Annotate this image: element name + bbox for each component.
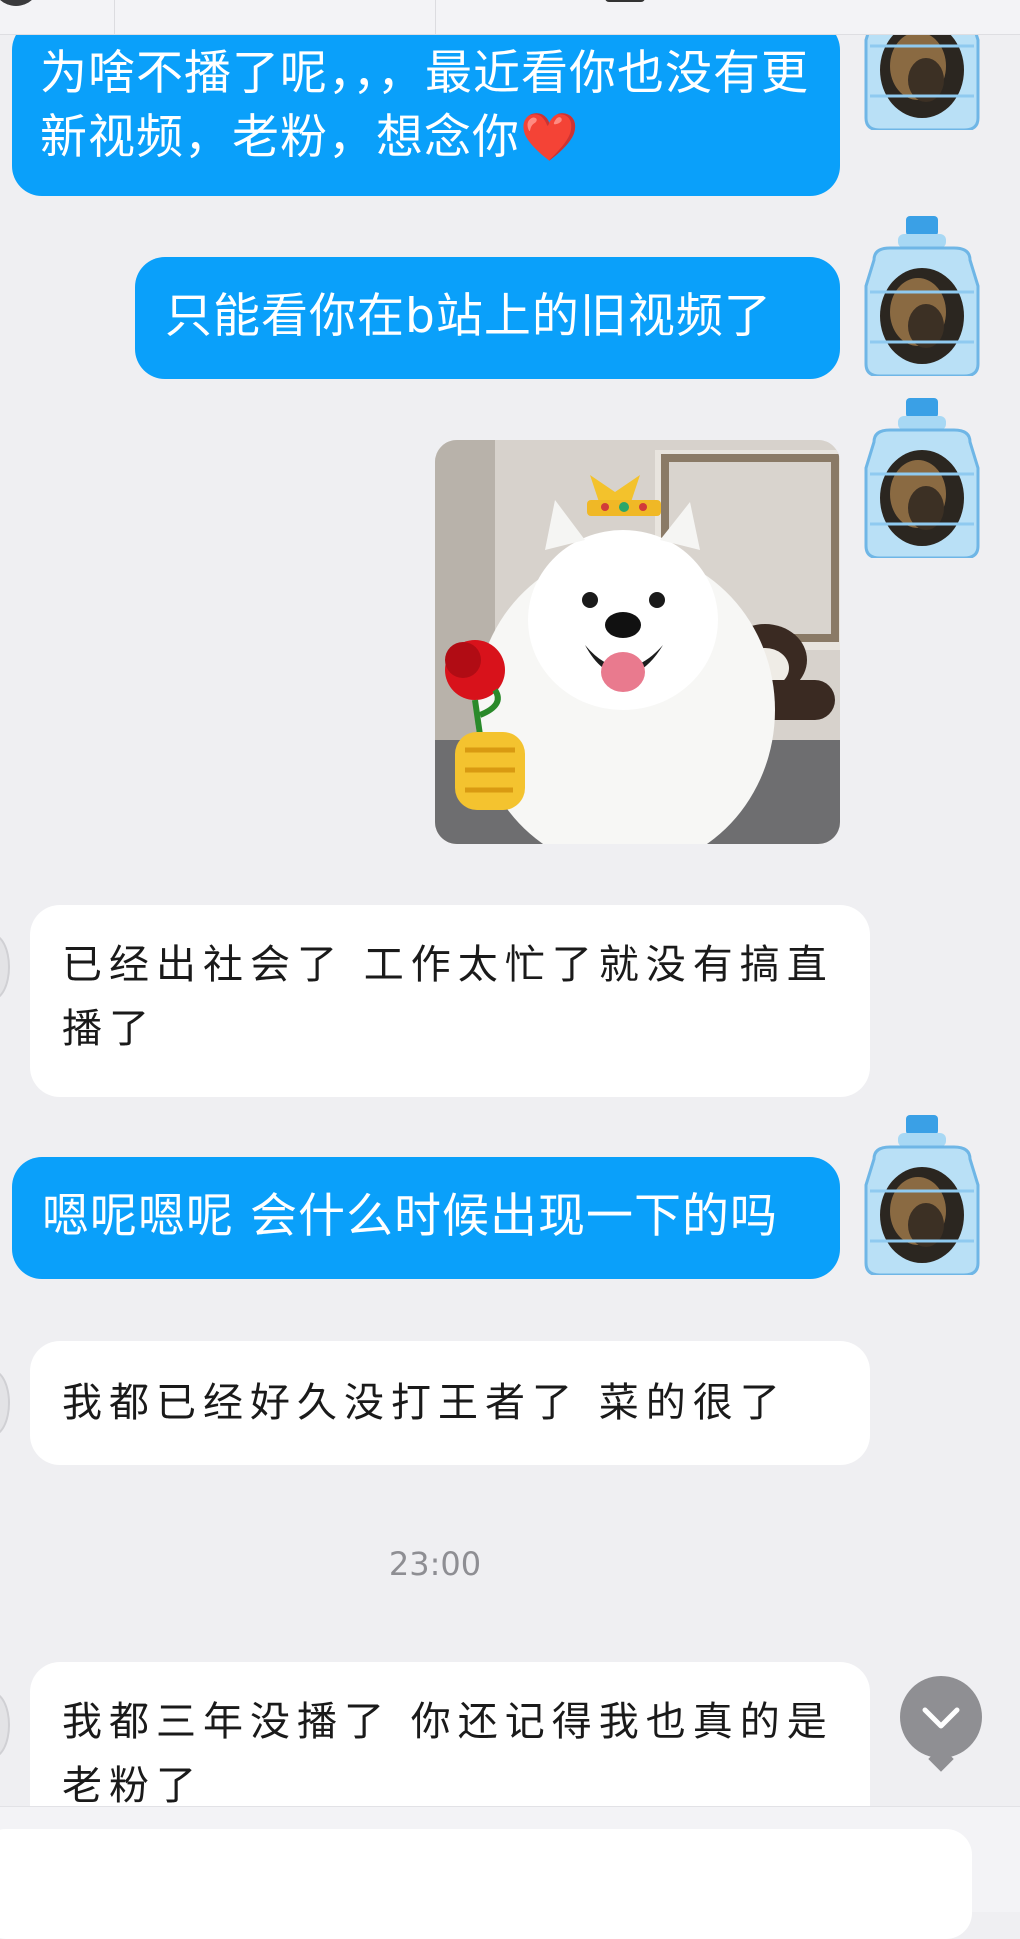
top-bar (0, 0, 1020, 35)
message-text: 为啥不播了呢，，，最近看你也没有更新视频，老粉，想念你❤️ (40, 46, 809, 165)
title-fragment (605, 0, 645, 2)
scroll-to-bottom-button[interactable] (900, 1676, 982, 1772)
water-jug-avatar-icon[interactable] (860, 1115, 984, 1275)
contact-avatar[interactable] (0, 934, 10, 1000)
divider (435, 0, 436, 34)
sent-message-bubble[interactable]: 嗯呢嗯呢 会什么时候出现一下的吗 (12, 1157, 840, 1279)
sent-message-bubble[interactable]: 为啥不播了呢，，，最近看你也没有更新视频，老粉，想念你❤️ (12, 20, 840, 196)
input-bar (0, 1806, 1020, 1939)
chevron-down-icon (922, 1707, 960, 1729)
sent-message-bubble[interactable]: 只能看你在b站上的旧视频了 (135, 257, 840, 379)
water-jug-avatar-icon[interactable] (860, 398, 984, 558)
timestamp: 23:00 (388, 1545, 482, 1583)
message-text: 我都三年没播了 你还记得我也真的是老粉了 (62, 1699, 834, 1809)
message-text: 嗯呢嗯呢 会什么时候出现一下的吗 (42, 1189, 778, 1244)
message-text: 我都已经好久没打王者了 菜的很了 (62, 1380, 787, 1426)
received-message-bubble[interactable]: 已经出社会了 工作太忙了就没有搞直播了 (30, 905, 870, 1097)
divider (114, 0, 115, 34)
water-jug-avatar-icon[interactable] (860, 216, 984, 376)
message-text: 只能看你在b站上的旧视频了 (165, 289, 772, 344)
image-message-samoyed[interactable] (435, 440, 840, 844)
message-input[interactable] (0, 1829, 972, 1939)
back-control[interactable] (0, 0, 40, 6)
received-message-bubble[interactable]: 我都已经好久没打王者了 菜的很了 (30, 1341, 870, 1465)
message-text: 已经出社会了 工作太忙了就没有搞直播了 (62, 942, 834, 1052)
contact-avatar[interactable] (0, 1370, 10, 1436)
contact-avatar[interactable] (0, 1692, 10, 1758)
